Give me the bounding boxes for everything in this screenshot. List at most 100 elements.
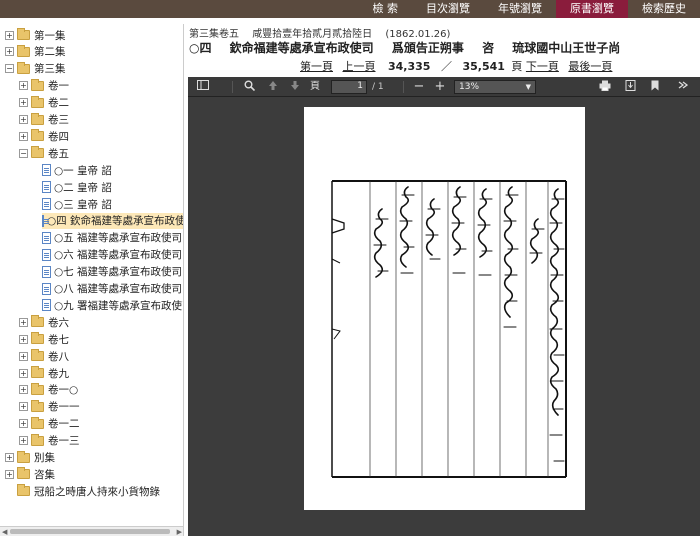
page-label: 頁 bbox=[310, 81, 320, 92]
tree-document-8[interactable]: ○八 福建等處承宣布政使司 bbox=[42, 281, 182, 297]
horizontal-scrollbar[interactable]: ◀ ▶ bbox=[0, 526, 183, 536]
tree-volume-10[interactable]: + 卷一○ bbox=[19, 382, 78, 398]
tree-document-3[interactable]: ○三 皇帝 詔 bbox=[42, 196, 112, 212]
expand-toggle-icon[interactable]: + bbox=[5, 47, 14, 57]
document-icon bbox=[42, 214, 49, 227]
download-icon[interactable] bbox=[623, 80, 637, 94]
tree-volume-8[interactable]: + 卷八 bbox=[19, 348, 69, 364]
pdf-toolbar: 頁 1 / 1 − + 13% ▼ bbox=[188, 77, 700, 97]
tree-volume-12[interactable]: + 卷一二 bbox=[19, 416, 80, 432]
tree-volume-9[interactable]: + 卷九 bbox=[19, 365, 69, 381]
tree-item-label: 第一集 bbox=[34, 29, 66, 42]
folder-icon bbox=[17, 61, 30, 74]
tree-volume-4[interactable]: + 卷四 bbox=[19, 128, 69, 144]
document-icon bbox=[42, 198, 51, 210]
tree-volume-1[interactable]: + 卷一 bbox=[19, 78, 69, 94]
zoom-in-icon[interactable]: + bbox=[434, 80, 446, 94]
nav-toc-browse[interactable]: 目次瀏覽 bbox=[412, 0, 484, 18]
scrollbar-thumb[interactable] bbox=[10, 529, 170, 534]
prev-page-link[interactable]: 上一頁 bbox=[343, 60, 376, 73]
scroll-left-icon[interactable]: ◀ bbox=[2, 527, 7, 536]
tree-item-label: ○三 皇帝 詔 bbox=[54, 198, 112, 211]
expand-toggle-icon[interactable]: + bbox=[19, 368, 28, 378]
expand-toggle-icon[interactable]: + bbox=[19, 351, 28, 361]
tree-collection-3[interactable]: − 第三集 bbox=[5, 61, 66, 77]
tree-collection-extra-2[interactable]: + 咨集 bbox=[5, 466, 55, 482]
doc-subject: 爲頒告正朔事 bbox=[391, 41, 464, 55]
tree-volume-11[interactable]: + 卷一一 bbox=[19, 399, 80, 415]
expand-toggle-icon[interactable]: + bbox=[5, 469, 14, 479]
collapse-toggle-icon[interactable]: − bbox=[19, 148, 28, 158]
tree-item-label: 卷一○ bbox=[48, 384, 79, 397]
tree-item-label: ○八 福建等處承宣布政使司 bbox=[54, 283, 182, 295]
bookmark-icon[interactable] bbox=[649, 80, 661, 94]
next-page-icon[interactable] bbox=[288, 80, 302, 94]
tree-item-label: 卷一 bbox=[48, 80, 69, 93]
sidebar-toggle-icon[interactable] bbox=[196, 80, 210, 94]
pdf-viewer: 頁 1 / 1 − + 13% ▼ bbox=[188, 77, 700, 536]
scroll-right-icon[interactable]: ▶ bbox=[177, 527, 182, 536]
nav-era-browse[interactable]: 年號瀏覽 bbox=[484, 0, 556, 18]
chevron-down-icon: ▼ bbox=[525, 83, 531, 91]
expand-toggle-icon[interactable]: + bbox=[19, 334, 28, 344]
expand-toggle-icon[interactable]: + bbox=[19, 385, 28, 395]
top-nav: 檢 索 目次瀏覽 年號瀏覽 原書瀏覽 檢索歷史 bbox=[0, 0, 700, 18]
expand-toggle-icon[interactable]: + bbox=[19, 419, 28, 429]
document-icon bbox=[42, 164, 51, 177]
tree-volume-3[interactable]: + 卷三 bbox=[19, 112, 69, 128]
nav-original-browse[interactable]: 原書瀏覽 bbox=[556, 0, 628, 18]
tree-volume-13[interactable]: + 卷一三 bbox=[19, 433, 80, 449]
folder-icon bbox=[17, 28, 30, 40]
expand-toggle-icon[interactable]: + bbox=[5, 453, 14, 462]
page-number-input[interactable]: 1 bbox=[331, 80, 367, 94]
tree-item-label: ○七 福建等處承宣布政使司 bbox=[54, 266, 182, 279]
expand-toggle-icon[interactable]: + bbox=[19, 436, 28, 446]
tree-document-2[interactable]: ○二 皇帝 詔 bbox=[42, 179, 112, 195]
nav-search[interactable]: 檢 索 bbox=[359, 0, 413, 18]
folder-icon bbox=[31, 433, 44, 446]
first-page-link[interactable]: 第一頁 bbox=[300, 60, 333, 73]
tree-volume-7[interactable]: + 卷七 bbox=[19, 331, 69, 347]
tree-document-7[interactable]: ○七 福建等處承宣布政使司 bbox=[42, 264, 182, 280]
collapse-toggle-icon[interactable]: − bbox=[5, 64, 14, 74]
previous-page-icon[interactable] bbox=[266, 80, 280, 94]
tree-document-9[interactable]: ○九 署福建等處承宣布政使司 bbox=[42, 297, 183, 313]
doc-recipient: 琉球國中山王世子尚 bbox=[512, 41, 621, 55]
print-icon[interactable] bbox=[598, 80, 612, 94]
expand-toggle-icon[interactable]: + bbox=[19, 115, 28, 124]
tree-document-6[interactable]: ○六 福建等處承宣布政使司 bbox=[42, 247, 182, 263]
folder-icon bbox=[17, 484, 30, 497]
tree-collection-extra-3[interactable]: +冠船之時唐人持來小貨物錄 bbox=[5, 483, 160, 499]
tree-item-label: 卷一三 bbox=[48, 435, 80, 448]
tree-collection-2[interactable]: + 第二集 bbox=[5, 44, 66, 60]
expand-toggle-icon[interactable]: + bbox=[19, 317, 28, 327]
tree-volume-6[interactable]: + 卷六 bbox=[19, 314, 69, 330]
expand-toggle-icon[interactable]: + bbox=[19, 81, 28, 91]
document-page bbox=[304, 107, 585, 510]
last-page-link[interactable]: 最後一頁 bbox=[568, 60, 612, 73]
zoom-select[interactable]: 13% ▼ bbox=[454, 80, 536, 94]
more-tools-icon[interactable] bbox=[676, 80, 690, 94]
nav-search-history[interactable]: 檢索歷史 bbox=[628, 0, 700, 18]
tree-collection-1[interactable]: + 第一集 bbox=[5, 27, 66, 43]
folder-icon bbox=[31, 112, 44, 125]
tree-volume-5[interactable]: − 卷五 bbox=[19, 145, 69, 161]
zoom-out-icon[interactable]: − bbox=[413, 80, 425, 94]
tree-document-1[interactable]: ○一 皇帝 詔 bbox=[42, 162, 112, 178]
next-page-link[interactable]: 下一頁 bbox=[526, 60, 559, 73]
doc-sender: 欽命福建等處承宣布政使司 bbox=[229, 41, 374, 55]
expand-toggle-icon[interactable]: + bbox=[19, 402, 28, 412]
expand-toggle-icon[interactable]: + bbox=[19, 131, 28, 141]
expand-toggle-icon[interactable]: + bbox=[19, 98, 28, 108]
tree-item-label: 卷六 bbox=[48, 316, 69, 329]
tree-collection-extra-1[interactable]: + 別集 bbox=[5, 450, 55, 466]
search-icon[interactable] bbox=[242, 80, 256, 94]
tree-volume-2[interactable]: + 卷二 bbox=[19, 95, 69, 111]
tree-item-label: 冠船之時唐人持來小貨物錄 bbox=[34, 485, 160, 498]
page-navigator: 第一頁 上一頁 34,335 ／ 35,541 頁 下一頁 最後一頁 bbox=[300, 58, 618, 74]
tree-document-5[interactable]: ○五 福建等處承宣布政使司 bbox=[42, 230, 182, 246]
tree-item-label: 咨集 bbox=[34, 468, 55, 481]
tree-document-4[interactable]: ○四 欽命福建等處承宣布政使 bbox=[42, 212, 183, 229]
doc-number: ○四 bbox=[189, 41, 212, 55]
expand-toggle-icon[interactable]: + bbox=[5, 30, 14, 40]
